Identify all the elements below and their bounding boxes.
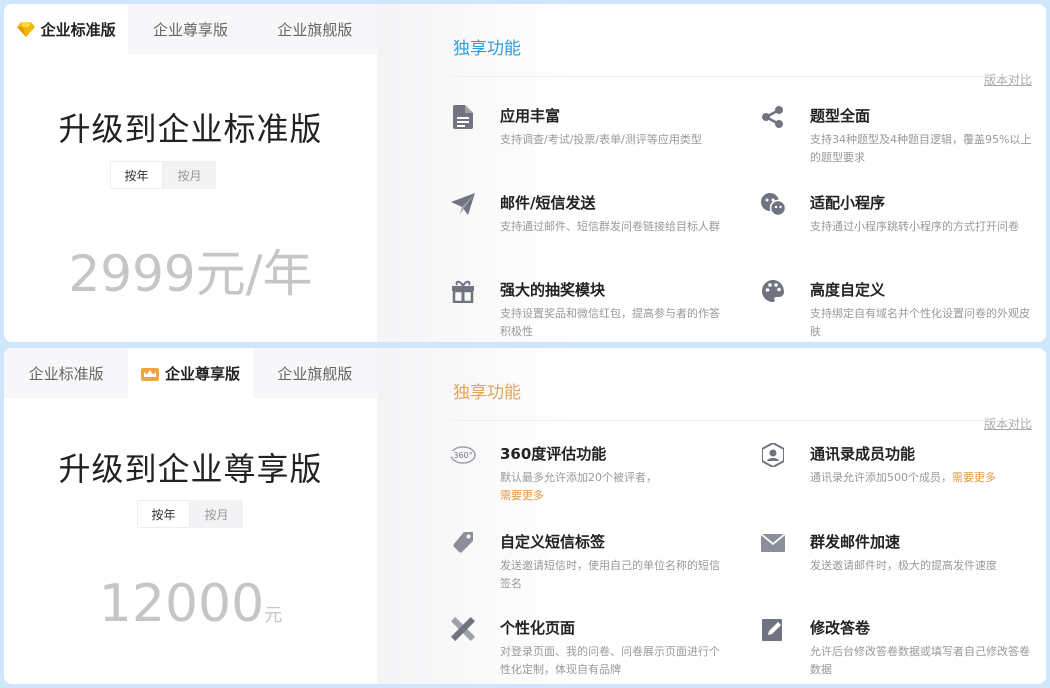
tab-premium[interactable]: 企业尊享版: [128, 348, 253, 398]
feature-desc: 支持设置奖品和微信红包，提高参与者的作答积极性: [500, 307, 720, 338]
crown-badge-icon: [140, 366, 159, 381]
tab-label: 企业尊享版: [152, 20, 228, 39]
version-compare-link[interactable]: 版本对比: [984, 71, 1032, 88]
feature-item: 强大的抽奖模块 支持设置奖品和微信红包，提高参与者的作答积极性: [452, 280, 730, 341]
feature-title: 个性化页面: [500, 619, 576, 637]
feature-title: 自定义短信标签: [500, 533, 606, 551]
feature-title: 应用丰富: [500, 107, 561, 125]
feature-title: 邮件/短信发送: [500, 194, 596, 212]
tab-standard[interactable]: 企业标准版: [4, 4, 129, 54]
feature-desc: 允许后台修改答卷数据或填写者自己修改答卷数据: [810, 645, 1030, 676]
feature-desc: 发送邀请短信时，使用自己的单位名称的短信签名: [500, 559, 720, 590]
divider: [450, 76, 1012, 77]
feature-title: 强大的抽奖模块: [500, 281, 606, 299]
feature-desc: 发送邀请邮件时，极大的提高发件速度: [810, 559, 997, 572]
tab-flagship[interactable]: 企业旗舰版: [252, 348, 377, 398]
plan-title: 升级到企业标准版: [58, 110, 323, 148]
period-yearly-button[interactable]: 按年: [110, 161, 163, 189]
tab-label: 企业旗舰版: [277, 20, 353, 39]
period-monthly-button[interactable]: 按月: [190, 500, 243, 528]
feature-item: 高度自定义 支持绑定自有域名并个性化设置问卷的外观皮肤: [762, 280, 1040, 341]
tab-label: 企业标准版: [40, 20, 116, 39]
need-more-link[interactable]: 需要更多: [500, 489, 544, 502]
gift-icon: [450, 278, 476, 304]
feature-title: 群发邮件加速: [810, 533, 901, 551]
feature-item: 360° 360度评估功能 默认最多允许添加20个被评者， 需要更多: [450, 444, 730, 505]
premium-plan-panel: 企业标准版 企业尊享版 企业旗舰版 版本对比 升级到企业尊享版 按年 按月 12…: [4, 348, 1046, 684]
paper-plane-icon: [450, 191, 476, 217]
envelope-icon: [760, 530, 786, 556]
feature-desc-text: 通讯录允许添加500个成员，: [810, 471, 952, 484]
divider: [450, 420, 1012, 421]
tag-icon: [450, 530, 476, 556]
feature-title: 360度评估功能: [500, 445, 607, 463]
plan-title: 升级到企业尊享版: [58, 450, 323, 488]
feature-desc: 支持调查/考试/投票/表单/测评等应用类型: [500, 133, 702, 146]
feature-item: 应用丰富 支持调查/考试/投票/表单/测评等应用类型: [453, 105, 730, 149]
feature-title: 高度自定义: [810, 281, 886, 299]
need-more-link[interactable]: 需要更多: [952, 471, 996, 484]
feature-desc: 支持34种题型及4种题目逻辑，覆盖95%以上的题型要求: [810, 133, 1032, 164]
tab-premium[interactable]: 企业尊享版: [128, 4, 253, 54]
period-monthly-button[interactable]: 按月: [163, 161, 216, 189]
feature-item: 个性化页面 对登录页面、我的问卷、问卷展示页面进行个性化定制，体现自有品牌: [451, 617, 730, 679]
pen-ruler-icon: [450, 616, 476, 642]
tab-label: 企业标准版: [28, 364, 104, 383]
feature-item: 适配小程序 支持通过小程序跳转小程序的方式打开问卷: [761, 193, 1040, 236]
feature-item: 题型全面 支持34种题型及4种题目逻辑，覆盖95%以上的题型要求: [762, 106, 1040, 167]
feature-title: 通讯录成员功能: [810, 445, 916, 463]
feature-item: 修改答卷 允许后台修改答卷数据或填写者自己修改答卷数据: [762, 618, 1040, 679]
feature-item: 邮件/短信发送 支持通过邮件、短信群发问卷链接给目标人群: [451, 193, 730, 236]
feature-title: 适配小程序: [810, 194, 886, 212]
standard-plan-panel: 企业标准版 企业尊享版 企业旗舰版 版本对比 升级到企业标准版 按年 按月 29…: [4, 4, 1046, 342]
document-icon: [450, 104, 476, 130]
feature-desc: 支持绑定自有域名并个性化设置问卷的外观皮肤: [810, 307, 1030, 338]
tab-label: 企业旗舰版: [277, 364, 353, 383]
price-unit: 元: [264, 605, 283, 626]
feature-desc: 通讯录允许添加500个成员，需要更多: [810, 469, 1040, 487]
plan-price: 12000元: [4, 574, 377, 634]
feature-desc: 对登录页面、我的问卷、问卷展示页面进行个性化定制，体现自有品牌: [500, 645, 720, 676]
plan-price: 2999元/年: [68, 245, 313, 303]
feature-desc: 支持通过邮件、短信群发问卷链接给目标人群: [500, 220, 720, 233]
exclusive-features-title: 独享功能: [453, 39, 521, 59]
feature-title: 修改答卷: [810, 619, 871, 637]
diamond-icon: [16, 21, 35, 37]
palette-icon: [760, 278, 786, 304]
feature-item: 群发邮件加速 发送邀请邮件时，极大的提高发件速度: [761, 532, 1040, 575]
version-compare-link[interactable]: 版本对比: [984, 415, 1032, 432]
feature-title: 题型全面: [810, 107, 871, 125]
svg-text:360°: 360°: [453, 451, 472, 460]
period-yearly-button[interactable]: 按年: [137, 500, 190, 528]
feature-item: 自定义短信标签 发送邀请短信时，使用自己的单位名称的短信签名: [453, 532, 730, 593]
billing-period-toggle: 按年 按月: [110, 161, 216, 189]
tab-flagship[interactable]: 企业旗舰版: [252, 4, 377, 54]
feature-desc-text: 默认最多允许添加20个被评者，: [500, 471, 657, 484]
contact-icon: [760, 442, 786, 468]
tab-label: 企业尊享版: [164, 364, 240, 383]
plan-tabs: 企业标准版 企业尊享版 企业旗舰版: [4, 4, 377, 54]
exclusive-features-title: 独享功能: [453, 383, 521, 403]
billing-period-toggle: 按年 按月: [137, 500, 243, 528]
plan-tabs: 企业标准版 企业尊享版 企业旗舰版: [4, 348, 377, 398]
mini-program-icon: [760, 191, 786, 217]
feature-item: 通讯录成员功能 通讯录允许添加500个成员，需要更多: [762, 443, 1040, 487]
feature-desc: 支持通过小程序跳转小程序的方式打开问卷: [810, 220, 1019, 233]
edit-icon: [760, 616, 786, 642]
share-icon: [760, 104, 786, 130]
tab-standard[interactable]: 企业标准版: [4, 348, 129, 398]
360-icon: 360°: [450, 442, 476, 468]
price-amount: 12000: [98, 574, 265, 634]
feature-desc: 默认最多允许添加20个被评者， 需要更多: [500, 469, 730, 505]
